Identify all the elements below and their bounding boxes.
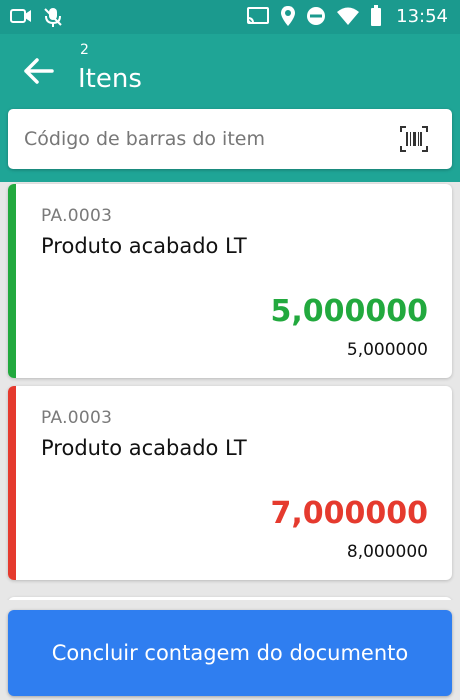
do-not-disturb-icon <box>306 6 326 26</box>
item-counted-quantity: 5,000000 <box>270 294 428 329</box>
search-area <box>0 108 460 182</box>
cast-icon <box>246 6 270 26</box>
item-counted-quantity: 7,000000 <box>270 496 428 531</box>
location-icon <box>280 5 296 27</box>
mic-icon <box>42 6 64 28</box>
conclude-count-button[interactable]: Concluir contagem do documento <box>8 610 452 696</box>
item-count: 2 <box>80 42 89 58</box>
item-code: PA.0003 <box>41 408 113 428</box>
barcode-search-input[interactable] <box>24 109 384 169</box>
item-name: Produto acabado LT <box>41 234 247 258</box>
item-code: PA.0003 <box>41 206 113 226</box>
back-arrow-icon[interactable] <box>22 54 56 88</box>
status-time: 13:54 <box>396 5 448 27</box>
status-indicator <box>8 386 16 580</box>
item-card[interactable]: PA.0003 Produto acabado LT 7,000000 8,00… <box>8 386 452 580</box>
page-title: Itens <box>78 64 142 94</box>
status-bar: 13:54 <box>0 0 460 34</box>
item-expected-quantity: 5,000000 <box>346 340 428 360</box>
wifi-icon <box>336 6 360 26</box>
video-camera-icon <box>10 6 32 28</box>
search-box <box>8 109 452 169</box>
barcode-icon[interactable] <box>400 126 428 152</box>
app-bar: 2 Itens <box>0 34 460 108</box>
battery-icon <box>370 5 382 27</box>
status-indicator <box>8 184 16 378</box>
item-name: Produto acabado LT <box>41 436 247 460</box>
bottom-bar: Concluir contagem do documento <box>0 600 460 700</box>
item-card[interactable]: PA.0003 Produto acabado LT 5,000000 5,00… <box>8 184 452 378</box>
item-expected-quantity: 8,000000 <box>346 542 428 562</box>
